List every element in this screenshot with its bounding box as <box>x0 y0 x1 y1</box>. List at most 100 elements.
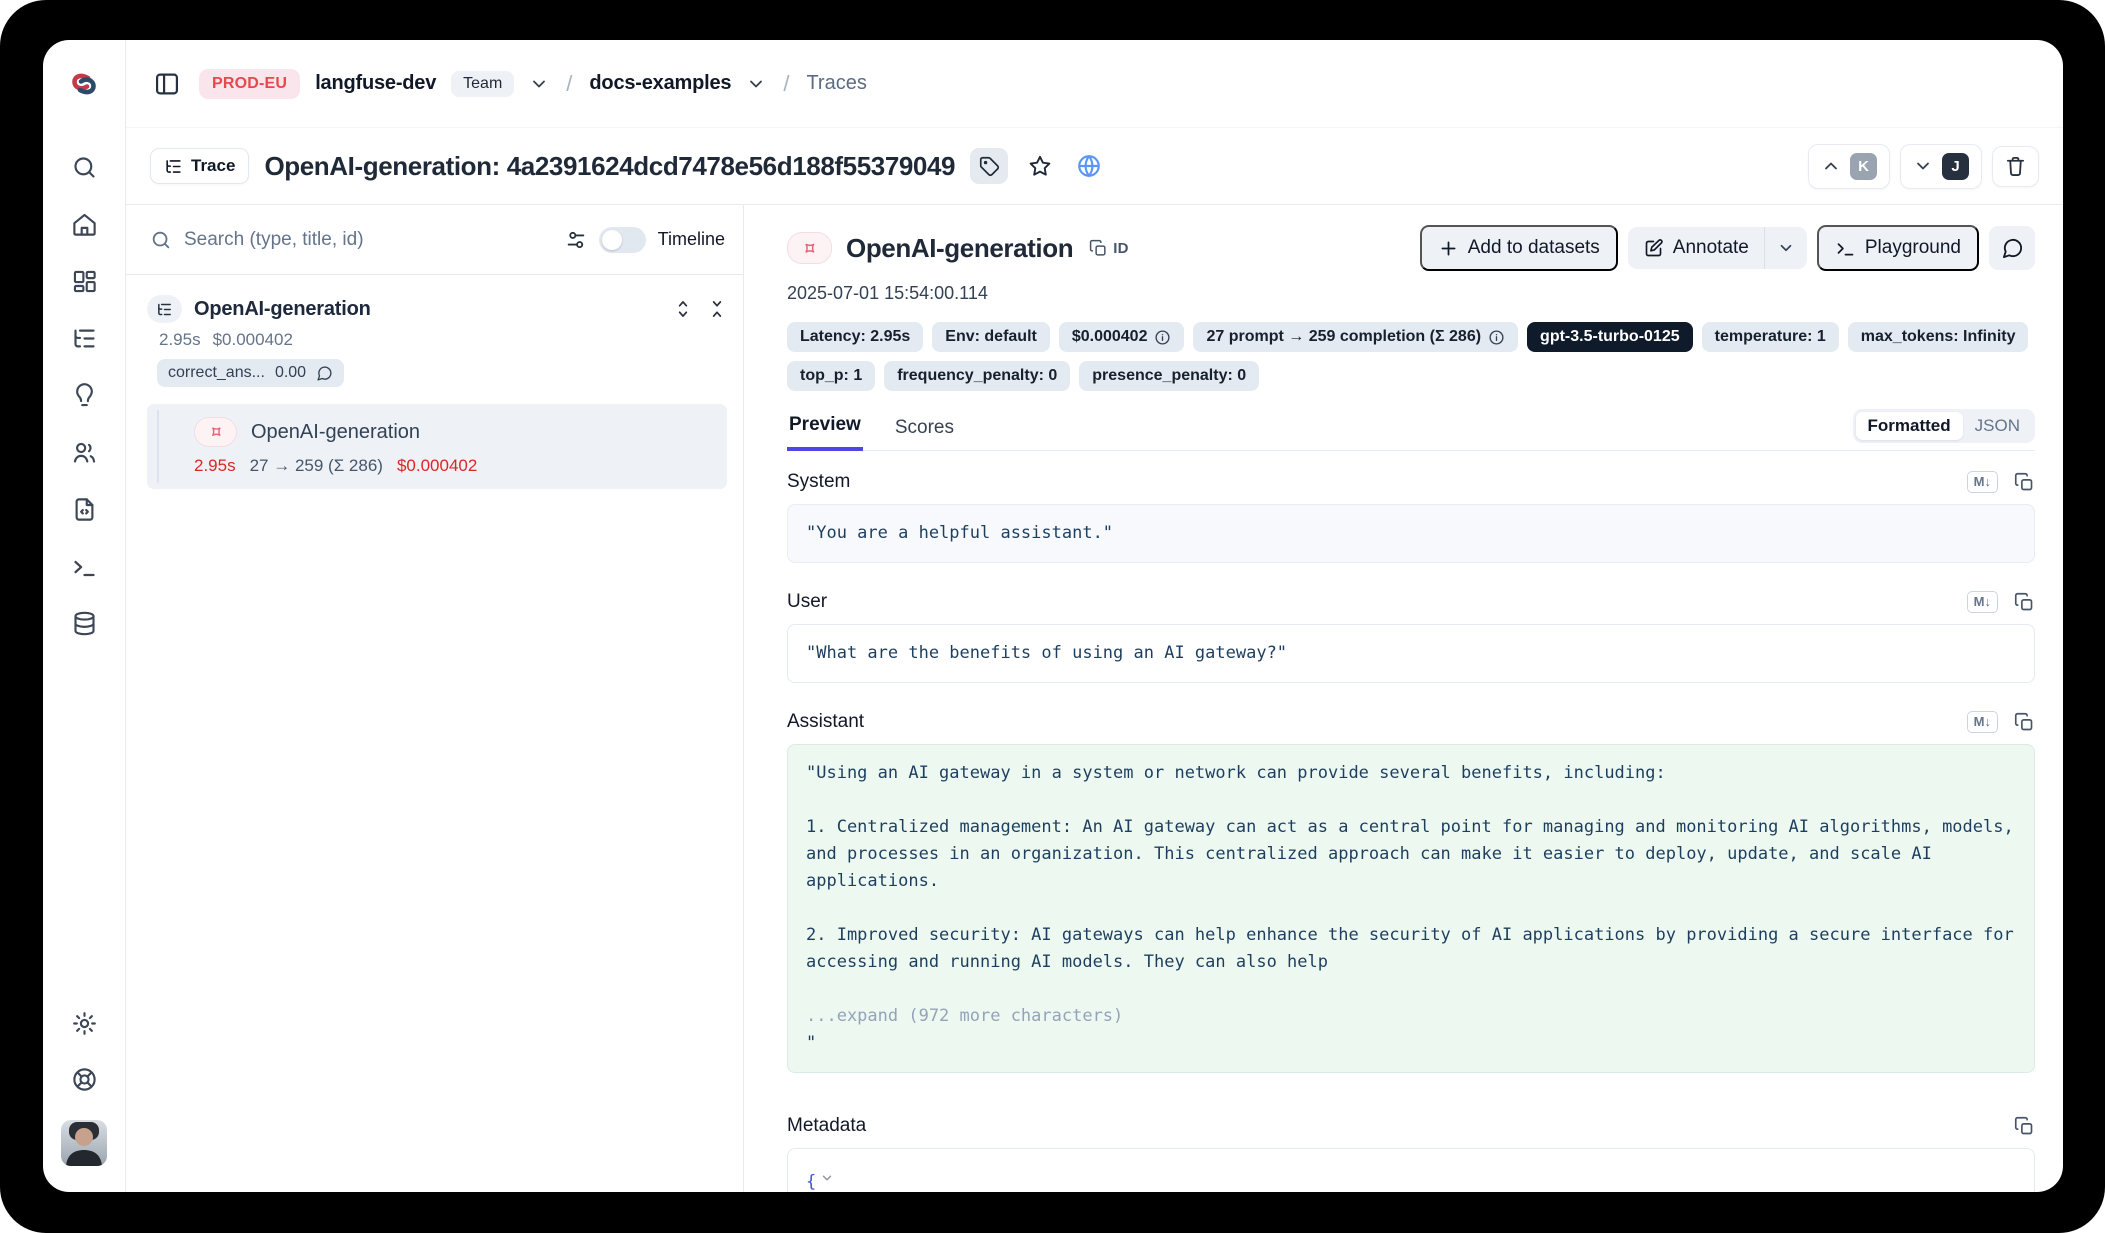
max-tokens-badge: max_tokens: Infinity <box>1848 322 2029 352</box>
annotate-dropdown-chevron-icon[interactable] <box>1765 227 1807 269</box>
panel-left-toggle-icon[interactable] <box>150 67 184 101</box>
add-to-datasets-button[interactable]: Add to datasets <box>1420 225 1618 271</box>
annotate-button[interactable]: Annotate <box>1628 227 1764 269</box>
score-value: 0.00 <box>275 364 306 382</box>
project-switcher-chevron-icon[interactable] <box>746 74 766 94</box>
breadcrumb-bar: PROD-EU langfuse-dev Team / docs-example… <box>126 40 2063 128</box>
observation-detail-panel: OpenAI-generation ID Add to datasets <box>744 205 2063 1192</box>
tree-trace-row[interactable]: OpenAI-generation <box>147 295 727 323</box>
database-icon[interactable] <box>69 608 99 638</box>
system-label: System <box>787 471 850 493</box>
json-expand-chevron-icon[interactable] <box>820 1171 834 1185</box>
copy-icon[interactable] <box>2014 592 2035 613</box>
format-formatted-option[interactable]: Formatted <box>1856 412 1963 440</box>
info-icon <box>1154 329 1171 346</box>
trace-type-badge: Trace <box>150 148 249 184</box>
copy-icon[interactable] <box>2014 472 2035 493</box>
markdown-toggle-icon[interactable]: M↓ <box>1967 471 1998 493</box>
breadcrumb-section[interactable]: Traces <box>806 72 866 95</box>
star-bookmark-icon[interactable] <box>1023 149 1057 183</box>
latency-badge: Latency: 2.95s <box>787 322 923 352</box>
copy-icon[interactable] <box>2014 712 2035 733</box>
trace-node-icon <box>147 295 182 323</box>
delete-trace-button[interactable] <box>1992 146 2039 187</box>
comment-bubble-icon <box>316 365 333 382</box>
org-switcher-chevron-icon[interactable] <box>529 74 549 94</box>
chevron-down-icon <box>1913 156 1933 176</box>
user-avatar[interactable] <box>61 1120 107 1166</box>
trace-score-badge[interactable]: correct_ans... 0.00 <box>157 359 344 387</box>
id-label: ID <box>1113 240 1129 257</box>
org-name[interactable]: langfuse-dev <box>315 72 436 95</box>
format-json-option[interactable]: JSON <box>1963 412 2032 440</box>
annotate-split-button: Annotate <box>1628 227 1807 269</box>
system-message-text: "You are a helpful assistant." <box>806 520 2016 547</box>
temperature-badge: temperature: 1 <box>1702 322 1839 352</box>
generation-tokens: 27 → 259 (Σ 286) <box>250 456 383 476</box>
tree-guide-line <box>157 410 159 483</box>
previous-trace-button[interactable]: K <box>1808 144 1890 189</box>
generation-node-title: OpenAI-generation <box>251 421 420 444</box>
prompts-lightbulb-icon[interactable] <box>69 380 99 410</box>
settings-gear-icon[interactable] <box>69 1008 99 1038</box>
expand-content-link[interactable]: ...expand (972 more characters) <box>806 1006 1123 1026</box>
filter-settings-icon[interactable] <box>565 229 587 251</box>
tab-scores[interactable]: Scores <box>893 417 956 450</box>
next-trace-button[interactable]: J <box>1900 144 1982 189</box>
tag-icon[interactable] <box>970 148 1008 184</box>
playground-button[interactable]: Playground <box>1817 225 1979 271</box>
comments-button[interactable] <box>1989 226 2035 270</box>
generation-cost: $0.000402 <box>397 456 477 476</box>
user-message-box: "What are the benefits of using an AI ga… <box>787 624 2035 683</box>
search-icon[interactable] <box>69 152 99 182</box>
trace-tree-panel: Timeline OpenAI-generation <box>126 205 744 1192</box>
copy-icon[interactable] <box>2014 1116 2035 1137</box>
metadata-json-root: { <box>806 1172 816 1192</box>
trace-header-bar: Trace OpenAI-generation: 4a2391624dcd747… <box>126 128 2063 205</box>
fold-all-icon[interactable] <box>707 299 727 319</box>
tab-preview[interactable]: Preview <box>787 414 863 451</box>
home-icon[interactable] <box>69 209 99 239</box>
observation-badges: Latency: 2.95s Env: default $0.000402 27… <box>787 322 2035 391</box>
project-name[interactable]: docs-examples <box>589 72 731 95</box>
timeline-toggle[interactable] <box>599 227 646 253</box>
datasets-file-icon[interactable] <box>69 494 99 524</box>
app-window: PROD-EU langfuse-dev Team / docs-example… <box>43 40 2063 1192</box>
playground-terminal-icon[interactable] <box>69 551 99 581</box>
public-globe-icon[interactable] <box>1072 149 1106 183</box>
shortcut-key-j: J <box>1942 153 1969 180</box>
system-section: System M↓ "You are a helpful assistant." <box>787 471 2035 563</box>
model-badge[interactable]: gpt-3.5-turbo-0125 <box>1527 322 1693 352</box>
system-message-box: "You are a helpful assistant." <box>787 504 2035 563</box>
copy-icon <box>1089 239 1108 258</box>
tokens-badge: 27 prompt → 259 completion (Σ 286) <box>1193 322 1518 352</box>
trash-icon <box>2004 155 2027 178</box>
timeline-toggle-label: Timeline <box>658 229 725 250</box>
tree-search-input[interactable] <box>184 229 553 251</box>
metadata-section: Metadata { <box>787 1115 2035 1192</box>
top-p-badge: top_p: 1 <box>787 361 875 391</box>
frequency-penalty-badge: frequency_penalty: 0 <box>884 361 1070 391</box>
chevron-up-icon <box>1821 156 1841 176</box>
support-lifebuoy-icon[interactable] <box>69 1064 99 1094</box>
nav-rail <box>43 40 126 1192</box>
markdown-toggle-icon[interactable]: M↓ <box>1967 711 1998 733</box>
terminal-icon <box>1835 238 1856 259</box>
dashboard-icon[interactable] <box>69 266 99 296</box>
tracing-icon[interactable] <box>69 323 99 353</box>
assistant-paragraph: 1. Centralized management: An AI gateway… <box>806 814 2016 895</box>
assistant-message-box: "Using an AI gateway in a system or netw… <box>787 744 2035 1073</box>
search-icon <box>150 229 172 251</box>
trace-node-title: OpenAI-generation <box>194 298 371 321</box>
tree-generation-row-selected[interactable]: OpenAI-generation 2.95s 27 → 259 (Σ 286)… <box>147 404 727 489</box>
list-tree-icon <box>164 157 183 176</box>
user-label: User <box>787 591 827 613</box>
users-icon[interactable] <box>69 437 99 467</box>
langfuse-logo <box>43 40 125 128</box>
comment-bubble-icon <box>2001 237 2024 260</box>
metadata-label: Metadata <box>787 1115 866 1137</box>
trace-title: OpenAI-generation: 4a2391624dcd7478e56d1… <box>264 151 955 182</box>
unfold-all-icon[interactable] <box>673 299 693 319</box>
copy-id-button[interactable]: ID <box>1089 239 1129 258</box>
markdown-toggle-icon[interactable]: M↓ <box>1967 591 1998 613</box>
